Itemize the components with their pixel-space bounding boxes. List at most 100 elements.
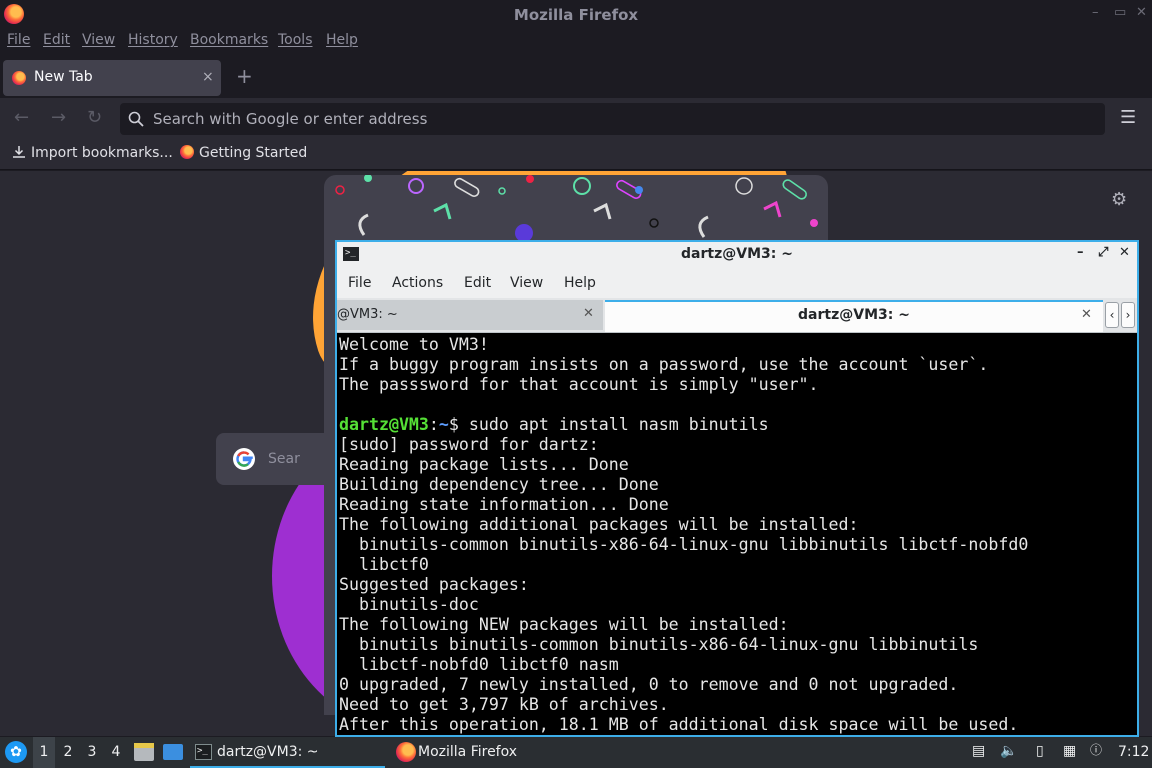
prompt-line: dartz@VM3:~$ sudo apt install nasm binut… <box>339 415 1135 435</box>
desktop-4-button[interactable]: 4 <box>105 737 127 768</box>
terminal-lines-after: [sudo] password for dartz: Reading packag… <box>339 435 1135 735</box>
terminal-output[interactable]: Welcome to VM3! If a buggy program insist… <box>339 335 1135 737</box>
tab-label: New Tab <box>34 69 93 85</box>
terminal-window-title: dartz@VM3: ~ <box>681 246 793 262</box>
scroll-tabs-left-icon[interactable]: ‹ <box>1105 302 1119 328</box>
terminal-line: The following NEW packages will be insta… <box>339 615 789 634</box>
terminal-line: 0 upgraded, 7 newly installed, 0 to remo… <box>339 675 959 694</box>
desktop-1-button[interactable]: 1 <box>33 737 55 768</box>
bookmark-import-label: Import bookmarks... <box>31 145 173 161</box>
terminal-menubar: File Actions Edit View Help <box>337 268 1137 298</box>
bookmarks-toolbar: Import bookmarks... Getting Started <box>0 140 1152 170</box>
network-icon[interactable]: ▦ <box>1063 743 1076 759</box>
terminal-tabbar: @VM3: ~ ✕ dartz@VM3: ~ ✕ ‹ › <box>337 298 1137 333</box>
terminal-titlebar: >_ dartz@VM3: ~ – ⤢ ✕ <box>337 242 1137 268</box>
back-arrow-icon[interactable]: ← <box>14 107 29 128</box>
terminal-line: binutils-common binutils-x86-64-linux-gn… <box>339 535 1029 554</box>
menu-view[interactable]: View <box>82 32 115 48</box>
terminal-line: Reading state information... Done <box>339 495 669 514</box>
menu-bookmarks[interactable]: Bookmarks <box>190 32 268 48</box>
url-bar[interactable]: Search with Google or enter address <box>120 103 1105 135</box>
terminal-tab-2[interactable]: dartz@VM3: ~ ✕ <box>605 300 1103 332</box>
close-icon[interactable]: ✕ <box>1119 245 1130 260</box>
terminal-line: binutils-doc <box>339 595 479 614</box>
terminal-line: If a buggy program insists on a password… <box>339 355 989 374</box>
menu-history[interactable]: History <box>128 32 178 48</box>
terminal-menu-actions[interactable]: Actions <box>392 275 443 291</box>
desktop-3-button[interactable]: 3 <box>81 737 103 768</box>
clipboard-icon[interactable]: ▤ <box>972 743 985 759</box>
close-icon[interactable]: ✕ <box>1136 5 1147 20</box>
terminal-menu-help[interactable]: Help <box>564 275 596 291</box>
taskbar-task-firefox[interactable]: Mozilla Firefox <box>392 737 572 768</box>
prompt-path: ~ <box>438 415 449 434</box>
show-desktop-icon[interactable] <box>163 744 183 760</box>
maximize-icon[interactable]: ▭ <box>1114 5 1126 20</box>
terminal-line: The following additional packages will b… <box>339 515 859 534</box>
google-icon <box>233 448 255 470</box>
forward-arrow-icon[interactable]: → <box>51 107 66 128</box>
terminal-menu-file[interactable]: File <box>348 275 371 291</box>
terminal-tab-1[interactable]: @VM3: ~ ✕ <box>337 300 603 330</box>
bookmark-getting-started[interactable]: Getting Started <box>180 145 307 161</box>
terminal-line: Reading package lists... Done <box>339 455 629 474</box>
terminal-window: >_ dartz@VM3: ~ – ⤢ ✕ File Actions Edit … <box>335 240 1139 737</box>
clock[interactable]: 7:12 <box>1118 744 1149 760</box>
new-tab-button[interactable]: + <box>236 64 253 88</box>
prompt-command: sudo apt install nasm binutils <box>458 415 769 434</box>
firefox-logo-icon <box>396 742 416 762</box>
terminal-lines-before: Welcome to VM3! If a buggy program insist… <box>339 335 1135 415</box>
newtab-search-placeholder: Sear <box>268 451 300 467</box>
search-icon <box>128 111 144 127</box>
terminal-line: Building dependency tree... Done <box>339 475 659 494</box>
taskbar-task-terminal[interactable]: >_ dartz@VM3: ~ <box>190 737 385 768</box>
file-manager-icon[interactable] <box>134 743 154 761</box>
menu-file[interactable]: File <box>7 32 30 48</box>
taskbar: ✿ 1 2 3 4 >_ dartz@VM3: ~ Mozilla Firefo… <box>0 737 1152 768</box>
prompt-user-host: dartz@VM3 <box>339 415 429 434</box>
close-icon[interactable]: ✕ <box>1081 307 1092 322</box>
firefox-navbar: ← → ↻ Search with Google or enter addres… <box>0 98 1152 140</box>
tab-new-tab[interactable]: New Tab × <box>3 60 221 96</box>
terminal-line: The passsword for that account is simply… <box>339 375 819 394</box>
terminal-line: [sudo] password for dartz: <box>339 435 599 454</box>
tab-close-icon[interactable]: × <box>202 69 214 85</box>
firefox-tab-icon <box>12 71 26 85</box>
desktop-2-button[interactable]: 2 <box>57 737 79 768</box>
settings-gear-icon[interactable]: ⚙ <box>1111 189 1127 210</box>
firefox-menubar: File Edit View History Bookmarks Tools H… <box>0 30 1152 54</box>
terminal-line: binutils binutils-common binutils-x86-64… <box>339 635 979 654</box>
terminal-tab-1-label: @VM3: ~ <box>337 307 398 322</box>
terminal-menu-edit[interactable]: Edit <box>464 275 491 291</box>
firefox-bookmark-icon <box>180 145 194 159</box>
prompt-separator: : <box>428 415 439 434</box>
menu-help[interactable]: Help <box>326 32 358 48</box>
taskbar-task-terminal-label: dartz@VM3: ~ <box>217 744 319 760</box>
scroll-tabs-right-icon[interactable]: › <box>1121 302 1135 328</box>
reload-icon[interactable]: ↻ <box>87 107 102 128</box>
menu-edit[interactable]: Edit <box>43 32 70 48</box>
taskbar-task-firefox-label: Mozilla Firefox <box>418 744 518 760</box>
terminal-line: Welcome to VM3! <box>339 335 489 354</box>
notification-icon[interactable]: ⓘ <box>1090 741 1102 758</box>
terminal-line: After this operation, 18.1 MB of additio… <box>339 715 1019 734</box>
minimize-icon[interactable]: – <box>1092 5 1099 20</box>
terminal-line: Suggested packages: <box>339 575 529 594</box>
firefox-window-title: Mozilla Firefox <box>513 6 639 24</box>
terminal-line: Need to get 3,797 kB of archives. <box>339 695 669 714</box>
notes-icon[interactable]: ▯ <box>1036 743 1044 759</box>
terminal-menu-view[interactable]: View <box>510 275 543 291</box>
menu-tools[interactable]: Tools <box>278 32 313 48</box>
hamburger-menu-icon[interactable]: ☰ <box>1120 107 1136 128</box>
bookmark-import[interactable]: Import bookmarks... <box>12 145 173 161</box>
close-icon[interactable]: ✕ <box>583 306 594 321</box>
maximize-icon[interactable]: ⤢ <box>1098 245 1108 260</box>
terminal-line: libctf0 <box>339 555 429 574</box>
terminal-tab-2-label: dartz@VM3: ~ <box>798 307 910 323</box>
prompt-symbol: $ <box>448 415 459 434</box>
volume-icon[interactable]: 🔈 <box>1000 743 1017 759</box>
minimize-icon[interactable]: – <box>1077 245 1084 260</box>
start-menu-icon[interactable]: ✿ <box>5 741 27 763</box>
import-icon <box>13 146 25 158</box>
